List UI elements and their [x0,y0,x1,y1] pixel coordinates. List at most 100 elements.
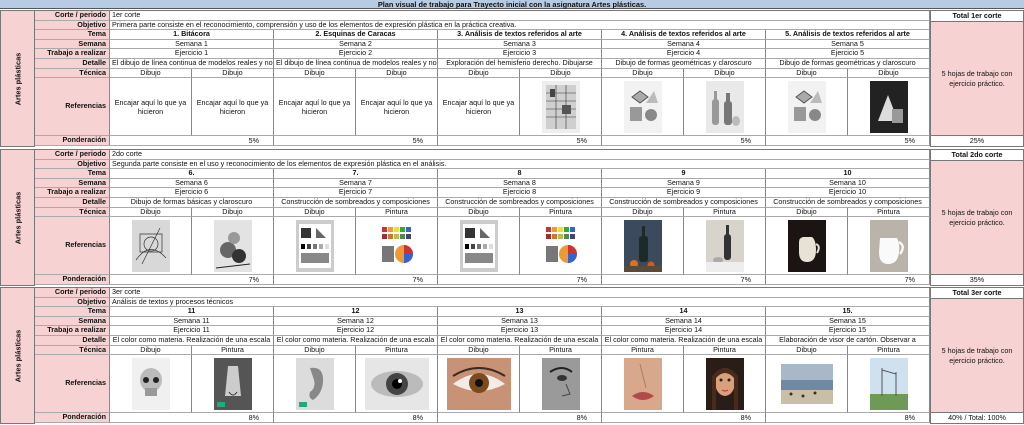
ponderacion-cell: 7% [602,275,766,286]
trabajo-cell: Ejercicio 14 [602,326,766,336]
objetivo-label: Objetivo [35,20,110,31]
total-heading: Total 3er corte [931,288,1023,299]
objetivo-value: Segunda parte consiste en el uso y recon… [110,159,930,170]
semana-cell: Semana 15 [766,316,930,327]
corte-label: Corte / periodo [35,11,110,21]
reference-image-eye-bw [356,355,438,414]
tema-cell: 14 [602,307,766,317]
subject-name: Artes plásticas [13,52,22,105]
subject-side-label: Artes plásticas [0,149,35,286]
corte-section: Artes plásticas Corte / periodo 3er corte O… [0,287,1024,424]
tecnica-cell: Dibujo [110,207,192,218]
tecnica-cell: Pintura [848,345,930,356]
ponderacion-cell: 5% [602,136,766,147]
tecnica-cell: Dibujo [192,68,274,79]
total-percentage: 40% / Total: 100% [931,412,1023,423]
ponderacion-cell: 8% [438,413,602,424]
referencias-label: Referencias [35,78,110,137]
ponderacion-cell: 5% [274,136,438,147]
trabajo-cell: Ejercicio 12 [274,326,438,336]
reference-image-grid-study [520,78,602,137]
tecnica-cell: Pintura [684,345,766,356]
tema-cell: 12 [274,307,438,317]
detalle-cell: Dibujo de formas geométricas y claroscur… [602,58,766,69]
objetivo-label: Objetivo [35,297,110,308]
reference-image-color-chart [356,217,438,276]
semana-cell: Semana 8 [438,178,602,189]
reference-placeholder: Encajar aquí lo que ya hicieron [438,78,520,137]
ponderacion-cell: 8% [274,413,438,424]
reference-placeholder: Encajar aquí lo que ya hicieron [192,78,274,137]
tema-cell: 11 [110,307,274,317]
ponderacion-cell: 8% [766,413,930,424]
tecnica-label: Técnica [35,207,110,218]
objetivo-value: Análisis de textos y procesos técnicos [110,297,930,308]
ponderacion-cell: 8% [110,413,274,424]
tema-cell: 7. [274,169,438,179]
semana-cell: Semana 14 [602,316,766,327]
tema-cell: 15. [766,307,930,317]
reference-image-eye-color [438,355,520,414]
trabajo-label: Trabajo a realizar [35,49,110,59]
tecnica-cell: Pintura [356,207,438,218]
corte-label: Corte / periodo [35,288,110,298]
objetivo-label: Objetivo [35,159,110,170]
total-description: 5 hojas de trabajo con ejercicio práctic… [941,68,1013,88]
reference-image-shading [274,217,356,276]
tecnica-cell: Dibujo [766,345,848,356]
ponderacion-cell: 7% [110,275,274,286]
semana-cell: Semana 3 [438,39,602,50]
reference-image-nose [192,355,274,414]
total-column: Total 2do corte 5 hojas de trabajo con ej… [930,149,1024,286]
detalle-cell: Construcción de sombreados y composicion… [438,197,602,208]
detalle-cell: Dibujo de formas básicas y claroscuro [110,197,274,208]
detalle-cell: Dibujo de formas geométricas y claroscur… [766,58,930,69]
subject-side-label: Artes plásticas [0,287,35,424]
tecnica-cell: Dibujo [192,207,274,218]
ponderacion-cell: 5% [766,136,930,147]
tecnica-cell: Dibujo [274,207,356,218]
total-description: 5 hojas de trabajo con ejercicio práctic… [941,345,1013,365]
trabajo-cell: Ejercicio 7 [274,188,438,198]
reference-image-sketch-fruit [192,217,274,276]
tema-label: Tema [35,169,110,179]
tecnica-cell: Dibujo [766,68,848,79]
corte-value: 3er corte [110,288,930,298]
reference-image-skull [110,355,192,414]
detalle-cell: Construcción de sombreados y composicion… [602,197,766,208]
reference-image-jug-white [848,217,930,276]
tecnica-cell: Dibujo [274,345,356,356]
tecnica-cell: Pintura [684,207,766,218]
tema-cell: 9 [602,169,766,179]
trabajo-cell: Ejercicio 6 [110,188,274,198]
semana-label: Semana [35,178,110,189]
total-heading: Total 2do corte [931,150,1023,161]
tecnica-cell: Dibujo [602,207,684,218]
tecnica-cell: Dibujo [766,207,848,218]
tecnica-cell: Dibujo [438,207,520,218]
subject-name: Artes plásticas [13,191,22,244]
semana-cell: Semana 9 [602,178,766,189]
total-column: Total 1er corte 5 hojas de trabajo con ej… [930,10,1024,147]
ponderacion-label: Ponderación [35,413,110,424]
reference-placeholder: Encajar aquí lo que ya hicieron [274,78,356,137]
reference-image-beach [766,355,848,414]
trabajo-cell: Ejercicio 15 [766,326,930,336]
detalle-cell: El color como materia. Realización de un… [438,335,602,346]
detalle-cell: El dibujo de línea continua de modelos r… [274,58,438,69]
subject-side-label: Artes plásticas [0,10,35,147]
corte-label: Corte / periodo [35,150,110,160]
reference-image-face-gray [520,355,602,414]
semana-cell: Semana 6 [110,178,274,189]
referencias-label: Referencias [35,355,110,414]
tema-cell: 4. Análisis de textos referidos al arte [602,30,766,40]
corte-section: Artes plásticas Corte / periodo 1er corte O… [0,10,1024,147]
reference-image-bottle-still [602,217,684,276]
tecnica-cell: Dibujo [274,68,356,79]
tema-cell: 5. Análisis de textos referidos al arte [766,30,930,40]
tema-cell: 3. Análisis de textos referidos al arte [438,30,602,40]
semana-label: Semana [35,316,110,327]
tecnica-label: Técnica [35,68,110,79]
detalle-cell: El color como materia. Realización de un… [110,335,274,346]
semana-cell: Semana 4 [602,39,766,50]
